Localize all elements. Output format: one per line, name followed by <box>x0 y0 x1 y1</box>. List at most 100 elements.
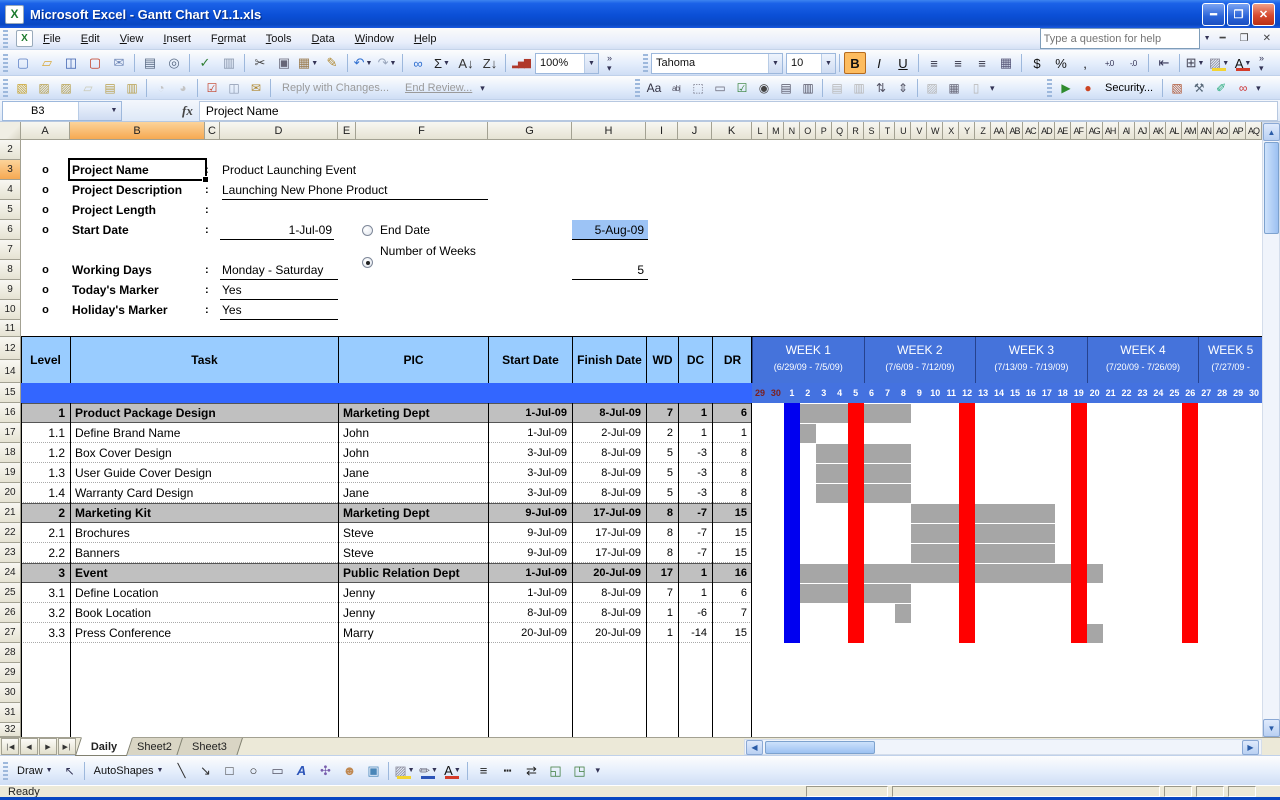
toolbar-grip[interactable] <box>1047 79 1052 97</box>
row-header-18[interactable]: 18 <box>0 443 21 463</box>
run-macro-icon[interactable]: ▶ <box>1056 78 1076 98</box>
menu-view[interactable]: View <box>110 30 154 48</box>
toolbar-options-icon[interactable]: ▾ <box>480 83 485 94</box>
vertical-scrollbar[interactable]: ▲ ▼ <box>1262 122 1280 737</box>
column-header-AQ[interactable]: AQ <box>1246 122 1262 140</box>
edit-box-icon[interactable]: ab| <box>666 78 686 98</box>
column-header-V[interactable]: V <box>911 122 927 140</box>
project-value[interactable]: Yes <box>220 280 338 300</box>
font-color-icon[interactable]: A▼ <box>1232 52 1254 74</box>
column-header-T[interactable]: T <box>880 122 896 140</box>
email-icon[interactable]: ✉ <box>108 52 130 74</box>
column-header-AH[interactable]: AH <box>1103 122 1119 140</box>
show-comment-icon[interactable]: ▤ <box>100 78 120 98</box>
combo-box-disabled-icon[interactable]: ▥ <box>849 78 869 98</box>
align-left-icon[interactable]: ≡ <box>923 52 945 74</box>
label-control-icon[interactable]: Aa <box>644 78 664 98</box>
row-header-30[interactable]: 30 <box>0 683 21 703</box>
row-header-8[interactable]: 8 <box>0 260 21 280</box>
list-box-icon[interactable]: ▤ <box>776 78 796 98</box>
toolbar-options-icon[interactable]: ▾ <box>990 83 995 94</box>
row-header-25[interactable]: 25 <box>0 583 21 603</box>
project-value[interactable]: Monday - Saturday <box>220 260 338 280</box>
decrease-decimal-icon[interactable]: -.0 <box>1122 52 1144 74</box>
checkbox-control-icon[interactable]: ☑ <box>732 78 752 98</box>
row-header-23[interactable]: 23 <box>0 543 21 563</box>
row-header-6[interactable]: 6 <box>0 220 21 240</box>
tab-nav-last-icon[interactable]: ▶∣ <box>58 738 76 755</box>
column-header-AI[interactable]: AI <box>1119 122 1135 140</box>
text-box-icon[interactable]: ▭ <box>266 760 288 782</box>
font-color-icon[interactable]: A▼ <box>441 760 463 782</box>
track-changes-icon[interactable]: ☑ <box>202 78 222 98</box>
column-header-I[interactable]: I <box>646 122 678 140</box>
run-dialog-icon[interactable]: ▯ <box>966 78 986 98</box>
column-header-AP[interactable]: AP <box>1230 122 1246 140</box>
column-header-AJ[interactable]: AJ <box>1135 122 1151 140</box>
line-color-icon[interactable]: ✏▼ <box>417 760 439 782</box>
column-header-AC[interactable]: AC <box>1023 122 1039 140</box>
row-header-31[interactable]: 31 <box>0 703 21 723</box>
column-header-AE[interactable]: AE <box>1055 122 1071 140</box>
column-header-P[interactable]: P <box>816 122 832 140</box>
column-header-Z[interactable]: Z <box>975 122 991 140</box>
column-header-B[interactable]: B <box>70 122 205 140</box>
radio-end-date[interactable] <box>362 225 373 236</box>
column-header-Y[interactable]: Y <box>959 122 975 140</box>
column-header-AA[interactable]: AA <box>991 122 1007 140</box>
column-header-AB[interactable]: AB <box>1007 122 1023 140</box>
sheet-tab-sheet3[interactable]: Sheet3 <box>176 738 243 756</box>
column-header-AN[interactable]: AN <box>1198 122 1214 140</box>
vb-editor-icon[interactable]: ✐ <box>1211 78 1231 98</box>
column-header-K[interactable]: K <box>712 122 752 140</box>
design-mode-icon[interactable]: ⚒ <box>1189 78 1209 98</box>
scrollbar-control-icon[interactable]: ⇅ <box>871 78 891 98</box>
row-header-5[interactable]: 5 <box>0 200 21 220</box>
menu-edit[interactable]: Edit <box>71 30 110 48</box>
toggle-grid-icon[interactable]: ▦ <box>944 78 964 98</box>
row-header-19[interactable]: 19 <box>0 463 21 483</box>
sort-ascending-icon[interactable]: A↓ <box>455 52 477 74</box>
cut-icon[interactable]: ✂ <box>249 52 271 74</box>
column-header-L[interactable]: L <box>752 122 768 140</box>
font-name-select[interactable]: Tahoma▼ <box>651 53 783 74</box>
autosum-icon[interactable]: Σ▼ <box>431 52 453 74</box>
workbook-minimize-icon[interactable]: ━ <box>1215 33 1231 44</box>
increase-decimal-icon[interactable]: +.0 <box>1098 52 1120 74</box>
column-header-AG[interactable]: AG <box>1087 122 1103 140</box>
diagram-icon[interactable]: ✣ <box>314 760 336 782</box>
name-box-dropdown-icon[interactable]: ▼ <box>78 102 121 120</box>
sort-descending-icon[interactable]: Z↓ <box>479 52 501 74</box>
column-header-J[interactable]: J <box>678 122 712 140</box>
security-button[interactable]: Security... <box>1105 82 1153 94</box>
shadow-style-icon[interactable]: ◱ <box>544 760 566 782</box>
column-header-AK[interactable]: AK <box>1150 122 1166 140</box>
spelling-icon[interactable]: ✓ <box>194 52 216 74</box>
font-size-select[interactable]: 10▼ <box>786 53 836 74</box>
scroll-down-icon[interactable]: ▼ <box>1263 719 1280 737</box>
toolbar-options-icon[interactable]: ▾ <box>595 765 600 776</box>
column-header-Q[interactable]: Q <box>832 122 848 140</box>
column-header-F[interactable]: F <box>356 122 488 140</box>
tab-nav-first-icon[interactable]: ∣◀ <box>1 738 19 755</box>
arrow-icon[interactable]: ↘ <box>194 760 216 782</box>
column-header-AO[interactable]: AO <box>1214 122 1230 140</box>
menubar-grip[interactable] <box>3 30 8 48</box>
dash-style-icon[interactable]: ┅ <box>496 760 518 782</box>
oval-icon[interactable]: ○ <box>242 760 264 782</box>
start-date-value[interactable]: 1-Jul-09 <box>220 220 334 240</box>
row-header-7[interactable]: 7 <box>0 240 21 260</box>
select-objects-icon[interactable]: ↖ <box>60 761 80 781</box>
row-header-26[interactable]: 26 <box>0 603 21 623</box>
row-header-4[interactable]: 4 <box>0 180 21 200</box>
row-header-10[interactable]: 10 <box>0 300 21 320</box>
column-header-D[interactable]: D <box>220 122 338 140</box>
menu-file[interactable]: File <box>33 30 71 48</box>
line-icon[interactable]: ╲ <box>170 760 192 782</box>
save-icon[interactable]: ◫ <box>60 52 82 74</box>
column-header-AD[interactable]: AD <box>1039 122 1055 140</box>
threed-style-icon[interactable]: ◳ <box>568 760 590 782</box>
column-header-R[interactable]: R <box>848 122 864 140</box>
insert-picture-icon[interactable]: ▣ <box>362 760 384 782</box>
vertical-scroll-thumb[interactable] <box>1264 142 1279 234</box>
